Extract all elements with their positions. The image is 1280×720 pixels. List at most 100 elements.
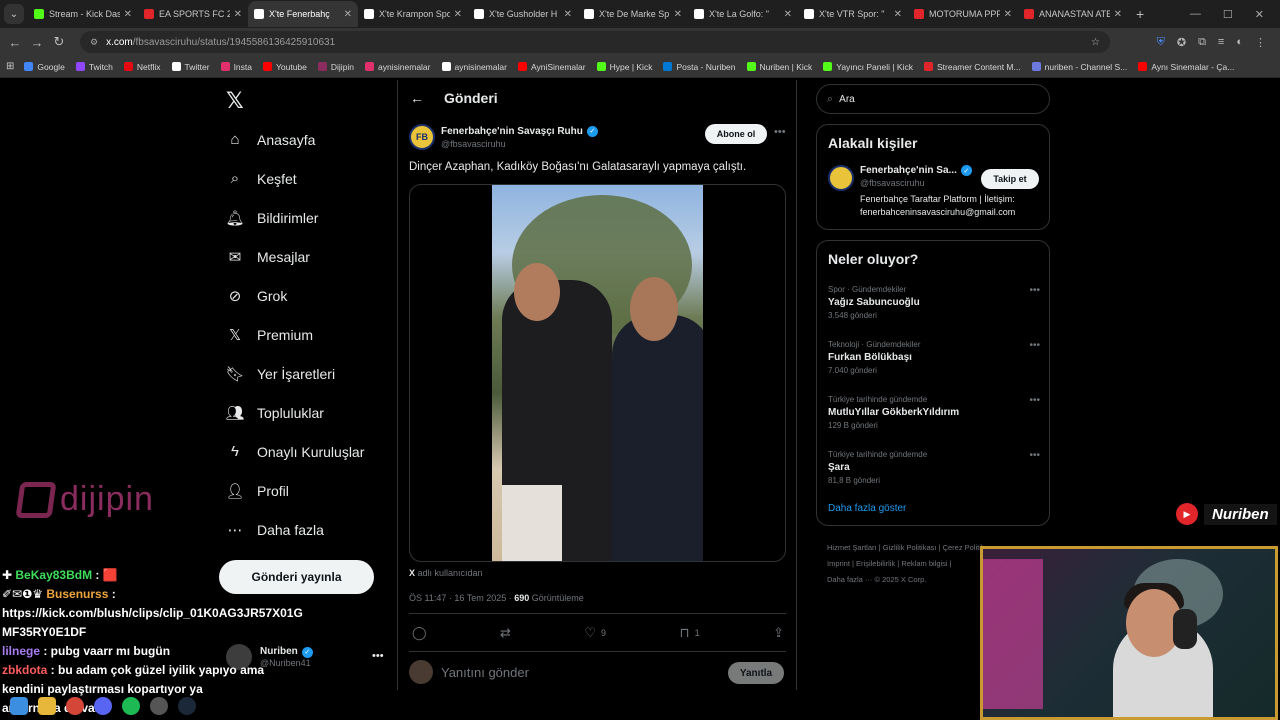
bookmark-item[interactable]: Yayıncı Paneli | Kick — [823, 62, 913, 72]
bookmark-item[interactable]: Nuriben | Kick — [746, 62, 812, 72]
media-icon[interactable]: ≡ — [1218, 36, 1224, 49]
bookmark-star-icon[interactable]: ☆ — [1091, 37, 1100, 48]
trend-item[interactable]: Türkiye tarihinde gündemde MutluYıllar Gö… — [828, 395, 1040, 430]
browser-tab[interactable]: X'te Krampon Spo ✕ — [358, 1, 468, 27]
nav-item-notifications[interactable]: 🔔︎ Bildirimler — [225, 198, 364, 237]
bookmark-item[interactable]: Youtube — [263, 62, 307, 72]
show-more-link[interactable]: Daha fazla göster — [828, 503, 906, 514]
bookmark-item[interactable]: Posta - Nuriben — [663, 62, 736, 72]
back-icon[interactable]: ← — [4, 35, 26, 50]
bookmark-item[interactable]: AyniSinemalar — [517, 62, 586, 72]
reply-action[interactable]: ◯ — [412, 625, 427, 641]
shield-icon[interactable]: ⛨ — [1157, 36, 1165, 49]
discord-icon[interactable] — [94, 697, 112, 715]
tab-close-icon[interactable]: ✕ — [894, 9, 902, 20]
bookmark-item[interactable]: aynisinemalar — [441, 62, 507, 72]
menu-icon[interactable]: ⋮ — [1255, 36, 1266, 49]
search-input[interactable]: ⌕ Ara — [816, 84, 1050, 114]
tab-close-icon[interactable]: ✕ — [674, 9, 682, 20]
nav-item-communities[interactable]: 👥︎ Topluluklar — [225, 393, 364, 432]
tab-close-icon[interactable]: ✕ — [234, 9, 242, 20]
bookmark-item[interactable]: Hype | Kick — [596, 62, 652, 72]
steam-icon[interactable] — [178, 697, 196, 715]
x-logo-icon[interactable]: 𝕏 — [226, 88, 244, 114]
folder-icon[interactable] — [38, 697, 56, 715]
trend-more-icon[interactable]: ••• — [1029, 285, 1040, 296]
nav-item-grok[interactable]: ⊘ Grok — [226, 276, 364, 315]
nav-item-more[interactable]: ⋯ Daha fazla — [226, 510, 364, 549]
browser-tab[interactable]: Stream - Kick Das ✕ — [28, 1, 138, 27]
tab-close-icon[interactable]: ✕ — [564, 9, 572, 20]
trend-more-icon[interactable]: ••• — [1029, 450, 1040, 461]
bookmark-item[interactable]: aynisinemalar — [365, 62, 431, 72]
trend-item[interactable]: Türkiye tarihinde gündemde Şara 81,8 B gön… — [828, 450, 1040, 485]
forward-icon[interactable]: → — [26, 35, 48, 50]
bookmark-item[interactable]: Twitch — [75, 62, 113, 72]
extension-icon[interactable]: ✪ — [1177, 36, 1186, 49]
bookmark-item[interactable]: Netflix — [123, 62, 161, 72]
nav-item-profile[interactable]: 👤︎ Profil — [225, 471, 364, 510]
url-input[interactable]: ⚙ x.com/fbsavasciruhu/status/19455861364… — [80, 31, 1110, 53]
browser-tab[interactable]: MOTORUMA PPF ✕ — [908, 1, 1018, 27]
tab-close-icon[interactable]: ✕ — [1114, 9, 1122, 20]
post-more-icon[interactable]: ••• — [774, 126, 786, 138]
reply-input[interactable]: Yanıtını gönder — [441, 665, 529, 680]
post-video[interactable] — [409, 184, 786, 562]
profile-icon[interactable]: ◐ — [1236, 36, 1243, 49]
tab-close-icon[interactable]: ✕ — [1004, 9, 1012, 20]
video-frame[interactable] — [492, 185, 703, 561]
close-window-icon[interactable]: ✕ — [1255, 8, 1264, 21]
more-dots-icon[interactable]: ••• — [372, 650, 384, 662]
tab-close-icon[interactable]: ✕ — [344, 9, 352, 20]
nav-item-bookmarks[interactable]: 🔖︎ Yer İşaretleri — [225, 354, 364, 393]
trend-item[interactable]: Spor · Gündemdekiler Yağız Sabuncuoğlu 3.5… — [828, 285, 1040, 320]
new-tab-button[interactable]: + — [1136, 6, 1144, 22]
reload-icon[interactable]: ↻ — [48, 34, 70, 50]
related-avatar[interactable] — [828, 165, 854, 191]
author-avatar[interactable]: FB — [409, 124, 435, 150]
tab-close-icon[interactable]: ✕ — [124, 9, 132, 20]
spotify-icon[interactable] — [122, 697, 140, 715]
nav-item-premium[interactable]: 𝕏 Premium — [226, 315, 364, 354]
maximize-icon[interactable]: ☐ — [1223, 8, 1233, 21]
obs-icon[interactable] — [150, 697, 168, 715]
site-info-icon[interactable]: ⚙ — [90, 37, 98, 48]
bookmark-item[interactable]: Streamer Content M... — [923, 62, 1021, 72]
start-icon[interactable] — [10, 697, 28, 715]
browser-tab[interactable]: ANANASTAN ATE ✕ — [1018, 1, 1128, 27]
nav-item-messages[interactable]: ✉ Mesajlar — [226, 237, 364, 276]
share-action[interactable]: ⇪ — [773, 625, 784, 641]
bookmark-item[interactable]: Twitter — [171, 62, 210, 72]
subscribe-button[interactable]: Abone ol — [705, 124, 767, 144]
bookmark-action[interactable]: ⊓ 1 — [679, 625, 699, 641]
like-action[interactable]: ♡ 9 — [584, 625, 606, 641]
bookmark-item[interactable]: Google — [24, 62, 65, 72]
bookmark-item[interactable]: Dijipin — [317, 62, 354, 72]
reply-button[interactable]: Yanıtla — [728, 662, 784, 684]
nav-item-verified-orgs[interactable]: ϟ Onaylı Kuruluşlar — [226, 432, 364, 471]
trend-item[interactable]: Teknoloji · Gündemdekiler Furkan Bölükbaş… — [828, 340, 1040, 375]
bookmark-item[interactable]: Aynı Sinemalar - Ça... — [1138, 62, 1234, 72]
chrome-icon[interactable] — [66, 697, 84, 715]
repost-action[interactable]: ⇄ — [500, 625, 511, 641]
minimize-icon[interactable]: — — [1190, 8, 1201, 20]
post-author[interactable]: FB Fenerbahçe'nin Savaşçı Ruhu ✓ @fbsavas… — [409, 124, 598, 150]
back-arrow-icon[interactable]: ← — [410, 90, 424, 106]
tab-close-icon[interactable]: ✕ — [784, 9, 792, 20]
nav-item-home[interactable]: ⌂ Anasayfa — [226, 120, 364, 159]
browser-tab[interactable]: EA SPORTS FC 26 ✕ — [138, 1, 248, 27]
trend-more-icon[interactable]: ••• — [1029, 395, 1040, 406]
puzzle-icon[interactable]: ⧉ — [1198, 36, 1206, 49]
nav-item-explore[interactable]: ⌕ Keşfet — [226, 159, 364, 198]
bookmark-item[interactable]: Insta — [220, 62, 252, 72]
apps-grid-icon[interactable]: ⊞ — [6, 61, 14, 72]
browser-tab[interactable]: X'te Fenerbahç ✕ — [248, 1, 358, 27]
post-time[interactable]: ÖS 11:47 · 16 Tem 2025 · — [409, 593, 514, 603]
browser-tab[interactable]: X'te Gusholder H ✕ — [468, 1, 578, 27]
trend-more-icon[interactable]: ••• — [1029, 340, 1040, 351]
follow-button[interactable]: Takip et — [981, 169, 1039, 189]
browser-tab[interactable]: X'te La Golfo: " ✕ — [688, 1, 798, 27]
browser-tab[interactable]: X'te VTR Spor: " ✕ — [798, 1, 908, 27]
bookmark-item[interactable]: nuriben - Channel S... — [1031, 62, 1127, 72]
tab-close-icon[interactable]: ✕ — [454, 9, 462, 20]
